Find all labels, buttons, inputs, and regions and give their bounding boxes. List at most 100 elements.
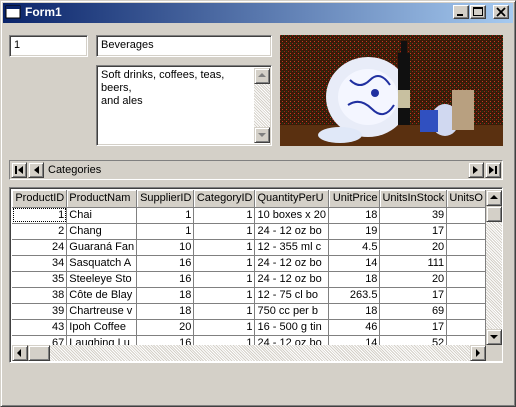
- grid-scroll-left-button[interactable]: [12, 345, 28, 361]
- table-row[interactable]: 35 Steeleye Sto 16 1 24 - 12 oz bo 18 20: [12, 271, 486, 288]
- grid-hscroll-thumb[interactable]: [28, 345, 50, 361]
- grid-cell[interactable]: 35: [12, 271, 68, 288]
- grid-cell[interactable]: 12 - 355 ml c: [254, 239, 329, 256]
- grid-cell[interactable]: [446, 255, 486, 272]
- grid-cell[interactable]: Ipoh Coffee: [66, 319, 138, 336]
- grid-cell[interactable]: 18: [328, 207, 381, 224]
- grid-cell[interactable]: 10: [136, 239, 195, 256]
- maximize-button[interactable]: [470, 5, 486, 19]
- grid-cell[interactable]: [446, 319, 486, 336]
- grid-cell[interactable]: Sasquatch A: [66, 255, 138, 272]
- grid-cell[interactable]: 14: [328, 335, 381, 345]
- grid-cell[interactable]: [446, 271, 486, 288]
- grid-cell[interactable]: Laughing Lu: [66, 335, 138, 345]
- category-id-field[interactable]: 1: [9, 35, 88, 57]
- table-row[interactable]: 24 Guaraná Fan 10 1 12 - 355 ml c 4.5 20: [12, 239, 486, 256]
- grid-cell[interactable]: 43: [12, 319, 68, 336]
- table-row[interactable]: 2 Chang 1 1 24 - 12 oz bo 19 17: [12, 223, 486, 240]
- table-row[interactable]: 43 Ipoh Coffee 20 1 16 - 500 g tin 46 17: [12, 319, 486, 336]
- grid-cell[interactable]: 1: [193, 303, 256, 320]
- table-row[interactable]: 1 Chai 1 1 10 boxes x 20 18 39: [12, 207, 486, 224]
- column-header[interactable]: CategoryID: [193, 190, 256, 208]
- grid-cell[interactable]: 17: [379, 223, 448, 240]
- grid-cell[interactable]: Chai: [66, 207, 138, 224]
- grid-cell[interactable]: 12 - 75 cl bo: [254, 287, 329, 304]
- minimize-button[interactable]: [453, 5, 469, 19]
- grid-cell[interactable]: [446, 207, 486, 224]
- table-row[interactable]: 34 Sasquatch A 16 1 24 - 12 oz bo 14 111: [12, 255, 486, 272]
- grid-cell[interactable]: 24 - 12 oz bo: [254, 223, 329, 240]
- grid-cell[interactable]: 1: [193, 207, 256, 224]
- grid-cell[interactable]: 1: [12, 207, 68, 224]
- grid-cell[interactable]: 52: [379, 335, 448, 345]
- grid-cell[interactable]: Chang: [66, 223, 138, 240]
- grid-cell[interactable]: 750 cc per b: [254, 303, 329, 320]
- grid-cell[interactable]: Steeleye Sto: [66, 271, 138, 288]
- grid-hscroll[interactable]: [12, 345, 486, 361]
- table-row[interactable]: 67 Laughing Lu 16 1 24 - 12 oz bo 14 52: [12, 335, 486, 345]
- close-button[interactable]: [493, 5, 509, 19]
- grid-cell[interactable]: 24 - 12 oz bo: [254, 335, 329, 345]
- grid-cell[interactable]: 4.5: [328, 239, 381, 256]
- grid-cell[interactable]: [446, 239, 486, 256]
- grid-cell[interactable]: 20: [379, 271, 448, 288]
- grid-cell[interactable]: 111: [379, 255, 448, 272]
- column-header[interactable]: SupplierID: [136, 190, 195, 208]
- grid-cell[interactable]: 67: [12, 335, 68, 345]
- column-header[interactable]: ProductNam: [66, 190, 138, 208]
- description-scroll-up-button[interactable]: [254, 68, 270, 84]
- grid-cell[interactable]: [446, 287, 486, 304]
- products-grid[interactable]: ProductID ProductNam SupplierID CategoryID Q…: [9, 187, 503, 363]
- grid-cell[interactable]: 69: [379, 303, 448, 320]
- grid-cell[interactable]: 39: [12, 303, 68, 320]
- grid-cell[interactable]: [446, 223, 486, 240]
- grid-cell[interactable]: 1: [193, 335, 256, 345]
- grid-cell[interactable]: 19: [328, 223, 381, 240]
- grid-cell[interactable]: 18: [328, 271, 381, 288]
- grid-cell[interactable]: 16: [136, 255, 195, 272]
- grid-cell[interactable]: 18: [328, 303, 381, 320]
- grid-cell[interactable]: 16 - 500 g tin: [254, 319, 329, 336]
- grid-cell[interactable]: Chartreuse v: [66, 303, 138, 320]
- grid-cell[interactable]: 24 - 12 oz bo: [254, 255, 329, 272]
- grid-cell[interactable]: 34: [12, 255, 68, 272]
- grid-cell[interactable]: 17: [379, 287, 448, 304]
- grid-cell[interactable]: Guaraná Fan: [66, 239, 138, 256]
- grid-scroll-down-button[interactable]: [486, 329, 502, 345]
- description-field[interactable]: Soft drinks, coffees, teas, beers, and a…: [96, 65, 272, 146]
- grid-cell[interactable]: [446, 303, 486, 320]
- grid-scroll-up-button[interactable]: [486, 190, 502, 206]
- grid-cell[interactable]: 1: [193, 319, 256, 336]
- grid-cell[interactable]: 2: [12, 223, 68, 240]
- grid-cell[interactable]: 46: [328, 319, 381, 336]
- grid-cell[interactable]: 263.5: [328, 287, 381, 304]
- title-bar[interactable]: [3, 3, 513, 23]
- grid-cell[interactable]: 1: [193, 255, 256, 272]
- grid-cell[interactable]: 18: [136, 303, 195, 320]
- grid-cell[interactable]: Côte de Blay: [66, 287, 138, 304]
- grid-cell[interactable]: 14: [328, 255, 381, 272]
- grid-cell[interactable]: 1: [193, 287, 256, 304]
- grid-cell[interactable]: 38: [12, 287, 68, 304]
- categories-data-control[interactable]: Categories: [9, 160, 503, 180]
- table-row[interactable]: 39 Chartreuse v 18 1 750 cc per b 18 69: [12, 303, 486, 320]
- grid-cell[interactable]: 24: [12, 239, 68, 256]
- grid-cell[interactable]: 20: [136, 319, 195, 336]
- grid-cell[interactable]: 24 - 12 oz bo: [254, 271, 329, 288]
- move-previous-button[interactable]: [28, 162, 44, 178]
- grid-cell[interactable]: 1: [193, 223, 256, 240]
- description-scroll-down-button[interactable]: [254, 127, 270, 143]
- grid-cell[interactable]: 39: [379, 207, 448, 224]
- grid-cell[interactable]: 10 boxes x 20: [254, 207, 329, 224]
- column-header[interactable]: QuantityPerU: [254, 190, 329, 208]
- grid-cell[interactable]: 1: [193, 239, 256, 256]
- grid-cell[interactable]: 17: [379, 319, 448, 336]
- category-name-field[interactable]: Beverages: [96, 35, 272, 57]
- grid-cell[interactable]: 1: [193, 271, 256, 288]
- column-header[interactable]: UnitsInStock: [379, 190, 448, 208]
- column-header[interactable]: ProductID: [12, 190, 68, 208]
- grid-cell[interactable]: 16: [136, 335, 195, 345]
- column-header[interactable]: UnitPrice: [328, 190, 381, 208]
- grid-cell[interactable]: [446, 335, 486, 345]
- grid-cell[interactable]: 1: [136, 223, 195, 240]
